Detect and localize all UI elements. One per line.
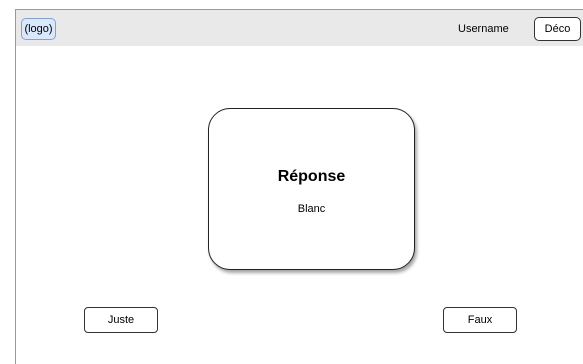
logout-button[interactable]: Déco [534,17,581,41]
answer-title: Réponse [277,168,346,185]
correct-button[interactable]: Juste [84,307,158,333]
answer-value: Blanc [297,203,326,215]
username-label: Username [458,23,509,35]
wrong-button[interactable]: Faux [443,307,517,333]
top-bar: (logo) Username Déco [16,10,583,46]
app-frame: (logo) Username Déco Réponse Blanc Juste… [15,9,583,364]
logo[interactable]: (logo) [21,18,56,40]
answer-card: Réponse Blanc [208,108,415,270]
